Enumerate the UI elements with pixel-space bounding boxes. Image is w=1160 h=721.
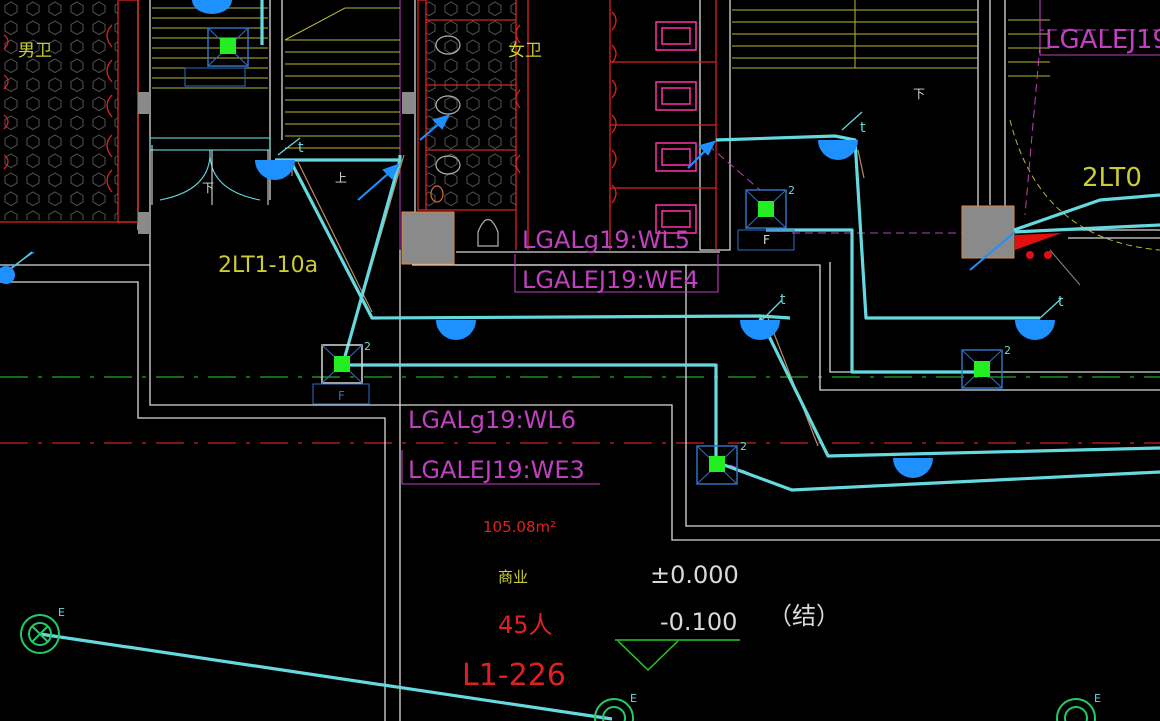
light-icon [255,160,295,180]
mark-e: E [630,692,637,705]
light-icon [1015,320,1055,340]
mark-two: 2 [1004,344,1011,357]
mark-t: t [298,140,304,156]
panel-tag-2lt0: 2LT0 [1082,163,1142,193]
mark-f: F [763,233,770,247]
wire-j [1013,223,1160,234]
partition-left [117,0,139,223]
secondary-wiring [291,149,865,447]
mark-up: 上 [335,171,347,185]
light-icon [192,0,232,14]
room-tag-left: 男卫 [18,41,52,61]
elevation-structure-note: （结） [768,602,840,630]
exit-fixture [961,349,1003,389]
wire-c [342,159,402,361]
mark-t: t [860,120,866,136]
mark-t: t [1058,294,1064,310]
shaft-small-left-2 [138,212,150,234]
panel-2lt0 [1015,233,1081,286]
partition-middle [417,0,427,211]
mark-two: 2 [788,184,795,197]
shaft-middle [401,211,455,265]
light-icon [893,458,933,478]
mark-two: 2 [740,440,747,453]
room-name: 商业 [498,568,528,586]
shaft-right [961,205,1015,259]
wire-a [275,155,402,162]
light-icon [740,320,780,340]
stair-right [732,0,978,69]
stair-top-right [1008,19,1050,77]
cad-drawing: 2LT1-10a 2LT0 男卫 女卫 LGALg19:WL5 LGALEJ19… [0,0,1160,721]
walls [0,0,1160,721]
emergency-light-icon [1056,698,1096,721]
circuit-label-wl6: LGALg19:WL6 [408,406,576,434]
mark-down: 下 [913,87,925,101]
mark-e: E [1094,692,1101,705]
magenta-dashed [707,0,1160,491]
circuit-label-we3: LGALEJ19:WE3 [408,456,585,484]
wire-h [715,460,1160,492]
light-icon [818,140,858,160]
shaft-small-left [138,92,150,114]
shaft-small-mid [402,92,414,114]
elevation-structure: -0.100 [660,608,737,636]
circuit-label-wl5: LGALg19:WL5 [522,226,690,254]
emergency-light-icon [20,614,60,654]
wire-f [766,228,984,374]
exit-fixture [184,27,249,87]
mark-down: 下 [202,181,214,195]
elevation-marker [615,639,740,672]
circuit-label-top-right: LGALEJ19 [1045,25,1160,55]
mark-two: 2 [364,340,371,353]
light-icon [436,320,476,340]
room-tag-middle: 女卫 [508,41,542,61]
stair-left [152,7,268,89]
hatch-left-restroom [0,0,118,220]
mark-f: F [338,389,345,403]
hatch-middle-restroom [426,0,516,210]
mark-t: t [780,292,786,308]
panel-tag-2lt1: 2LT1-10a [218,253,318,278]
room-occupancy: 45人 [498,611,553,639]
light-icon [0,266,15,284]
room-id: L1-226 [462,658,566,693]
squat-toilets [655,21,697,234]
mark-e: E [58,606,65,619]
circuit-label-we4: LGALEJ19:WE4 [522,266,699,294]
room-area: 105.08m² [483,518,556,536]
elevation-finish: ±0.000 [650,561,739,589]
stair-middle [284,7,400,149]
